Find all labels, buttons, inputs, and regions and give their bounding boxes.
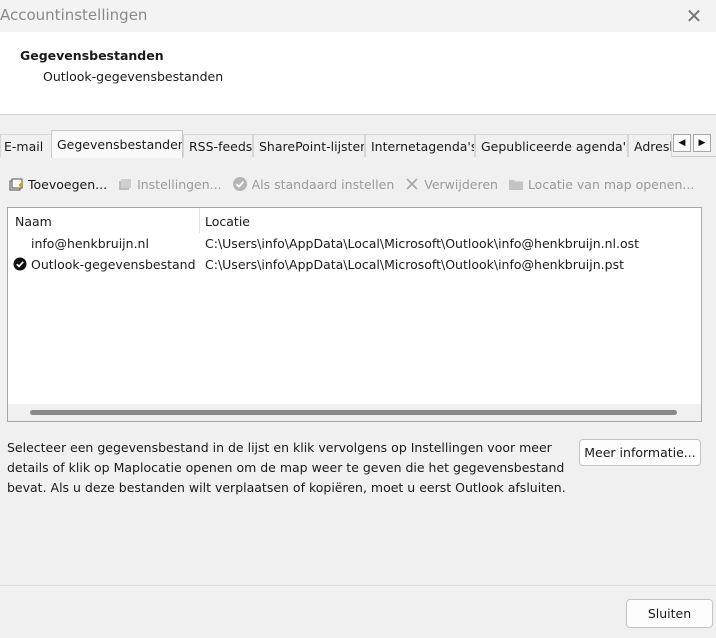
open-folder-location-button[interactable]: Locatie van map openen...	[508, 176, 694, 192]
tab-strip: E-mail Gegevensbestanden RSS-feeds Share…	[0, 130, 716, 158]
add-button[interactable]: Toevoegen...	[8, 176, 107, 192]
row-name: info@henkbruijn.nl	[31, 236, 149, 251]
info-text: Selecteer een gegevensbestand in de lijs…	[7, 440, 566, 495]
triangle-right-icon: ▶	[698, 138, 706, 148]
scrollbar-thumb[interactable]	[30, 410, 677, 415]
close-button[interactable]: Sluiten	[626, 599, 713, 628]
header-subtitle: Outlook-gegevensbestanden	[43, 69, 224, 84]
row-location: C:\Users\info\AppData\Local\Microsoft\Ou…	[205, 257, 624, 272]
column-header-location[interactable]: Locatie	[205, 214, 250, 229]
check-circle-icon	[232, 176, 248, 192]
close-icon: ✕	[685, 4, 703, 28]
set-default-button[interactable]: Als standaard instellen	[232, 176, 394, 192]
header-title: Gegevensbestanden	[20, 48, 164, 63]
list-row[interactable]: info@henkbruijn.nl C:\Users\info\AppData…	[8, 233, 701, 254]
tab-internet-calendars[interactable]: Internetagenda's	[365, 134, 475, 157]
settings-file-icon	[117, 176, 133, 192]
remove-button[interactable]: Verwijderen	[404, 176, 498, 192]
tab-email[interactable]: E-mail	[0, 134, 52, 157]
toolbar: Toevoegen... Instellingen... Als standaa…	[8, 172, 708, 196]
x-icon	[404, 176, 420, 192]
settings-button[interactable]: Instellingen...	[117, 176, 222, 192]
triangle-left-icon: ◀	[678, 138, 686, 148]
more-info-button[interactable]: Meer informatie...	[579, 439, 701, 466]
horizontal-scrollbar[interactable]	[8, 404, 701, 421]
window-title: Accountinstellingen	[0, 6, 148, 24]
folder-icon	[508, 176, 524, 192]
tab-sharepoint-lists[interactable]: SharePoint-lijsten	[253, 134, 365, 157]
tab-rss-feeds[interactable]: RSS-feeds	[183, 134, 253, 157]
footer-divider	[0, 585, 716, 586]
list-row[interactable]: Outlook-gegevensbestand C:\Users\info\Ap…	[8, 254, 701, 275]
default-check-icon	[13, 257, 27, 271]
add-file-icon	[8, 176, 24, 192]
tab-address-books[interactable]: Adresboeken	[628, 134, 672, 157]
data-files-list[interactable]: Naam Locatie info@henkbruijn.nl C:\Users…	[7, 207, 702, 422]
list-header: Naam Locatie	[8, 208, 701, 233]
close-window-button[interactable]: ✕	[672, 0, 716, 32]
column-divider[interactable]	[199, 208, 200, 233]
row-location: C:\Users\info\AppData\Local\Microsoft\Ou…	[205, 236, 640, 251]
dialog-header: Gegevensbestanden Outlook-gegevensbestan…	[0, 32, 716, 115]
tab-published-calendars[interactable]: Gepubliceerde agenda's	[475, 134, 628, 157]
tab-scroll-left-button[interactable]: ◀	[673, 134, 691, 152]
row-name: Outlook-gegevensbestand	[31, 257, 196, 272]
title-bar: Accountinstellingen ✕	[0, 0, 716, 32]
tab-data-files[interactable]: Gegevensbestanden	[51, 130, 183, 158]
column-header-name[interactable]: Naam	[15, 214, 52, 229]
tab-scroll-right-button[interactable]: ▶	[693, 134, 711, 152]
